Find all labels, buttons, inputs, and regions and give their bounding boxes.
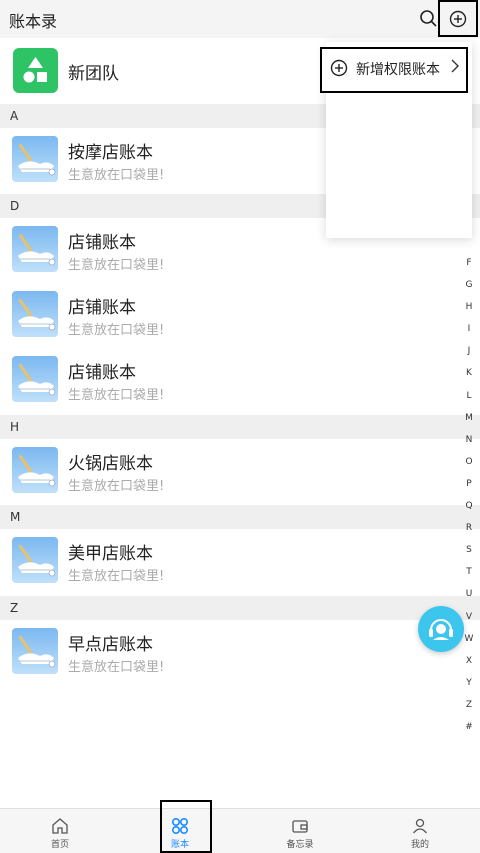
top-bar: 账本录 [0, 0, 480, 38]
index-letter[interactable]: Y [460, 672, 478, 694]
index-letter[interactable]: G [460, 274, 478, 296]
add-button[interactable] [438, 0, 478, 37]
plus-circle-icon [330, 59, 348, 77]
list-item[interactable]: 美甲店账本 生意放在口袋里! [0, 529, 480, 591]
index-letter[interactable]: Z [460, 694, 478, 716]
index-letter[interactable]: L [460, 385, 478, 407]
team-logo-icon [13, 48, 58, 93]
index-letter[interactable]: U [460, 583, 478, 605]
ledger-desc: 生意放在口袋里! [68, 258, 165, 273]
customer-service-button[interactable] [418, 606, 464, 652]
index-letter[interactable]: I [460, 318, 478, 340]
add-menu-dropdown: 新增权限账本 [320, 42, 472, 238]
tab-label: 我的 [410, 840, 429, 850]
index-letter[interactable]: J [460, 340, 478, 362]
team-name: 新团队 [68, 64, 119, 84]
ledger-thumbnail [12, 537, 58, 583]
index-letter[interactable]: # [460, 716, 478, 738]
list-item[interactable]: 早点店账本 生意放在口袋里! [0, 620, 480, 682]
ledger-name: 早点店账本 [68, 635, 153, 655]
list-item[interactable]: 店铺账本 生意放在口袋里! [0, 283, 480, 345]
tab-profile[interactable]: 我的 [390, 809, 450, 853]
ledger-thumbnail [12, 136, 58, 182]
list-item[interactable]: 店铺账本 生意放在口袋里! [0, 348, 480, 410]
user-icon [412, 818, 428, 834]
tab-memo[interactable]: 备忘录 [270, 809, 330, 853]
tab-label: 首页 [50, 840, 69, 850]
tab-label: 备忘录 [286, 840, 314, 850]
index-letter[interactable]: T [460, 561, 478, 583]
page-title: 账本录 [9, 12, 58, 31]
wallet-icon [292, 820, 308, 833]
home-icon [52, 818, 68, 834]
index-letter[interactable]: O [460, 451, 478, 473]
ledger-name: 火锅店账本 [68, 454, 153, 474]
chevron-right-icon [451, 59, 459, 73]
ledger-thumbnail [12, 628, 58, 674]
headset-icon [429, 619, 453, 640]
list-item[interactable]: 火锅店账本 生意放在口袋里! [0, 439, 480, 501]
index-letter[interactable]: Q [460, 495, 478, 517]
section-header-z: Z [0, 596, 480, 620]
ledger-desc: 生意放在口袋里! [68, 569, 165, 584]
ledger-name: 店铺账本 [68, 363, 136, 383]
ledger-name: 按摩店账本 [68, 143, 153, 163]
ledger-thumbnail [12, 226, 58, 272]
ledger-name: 店铺账本 [68, 298, 136, 318]
section-header-h: H [0, 415, 480, 439]
index-letter[interactable]: R [460, 517, 478, 539]
ledger-name: 店铺账本 [68, 233, 136, 253]
index-letter[interactable]: S [460, 539, 478, 561]
ledger-name: 美甲店账本 [68, 544, 153, 564]
add-permission-ledger-label: 新增权限账本 [356, 62, 440, 78]
ledger-desc: 生意放在口袋里! [68, 388, 165, 403]
section-header-m: M [0, 505, 480, 529]
index-letter[interactable]: K [460, 362, 478, 384]
add-permission-ledger-item[interactable]: 新增权限账本 [320, 47, 468, 93]
ledger-desc: 生意放在口袋里! [68, 479, 165, 494]
index-letter[interactable]: H [460, 296, 478, 318]
index-letter[interactable]: X [460, 650, 478, 672]
ledger-desc: 生意放在口袋里! [68, 323, 165, 338]
index-letter[interactable]: F [460, 252, 478, 274]
search-icon[interactable] [419, 9, 439, 29]
ledger-desc: 生意放在口袋里! [68, 660, 165, 675]
bottom-tab-bar: 首页 账本 备忘录 我的 [0, 808, 480, 853]
ledger-thumbnail [12, 356, 58, 402]
plus-circle-icon [449, 10, 467, 27]
index-letter[interactable]: N [460, 429, 478, 451]
active-tab-highlight [160, 800, 212, 853]
index-letter[interactable]: M [460, 407, 478, 429]
ledger-thumbnail [12, 291, 58, 337]
ledger-thumbnail [12, 447, 58, 493]
index-letter[interactable]: P [460, 473, 478, 495]
alphabet-index[interactable]: F G H I J K L M N O P Q R S T U V W X Y Z # [460, 252, 478, 738]
ledger-desc: 生意放在口袋里! [68, 168, 165, 183]
tab-home[interactable]: 首页 [30, 809, 90, 853]
